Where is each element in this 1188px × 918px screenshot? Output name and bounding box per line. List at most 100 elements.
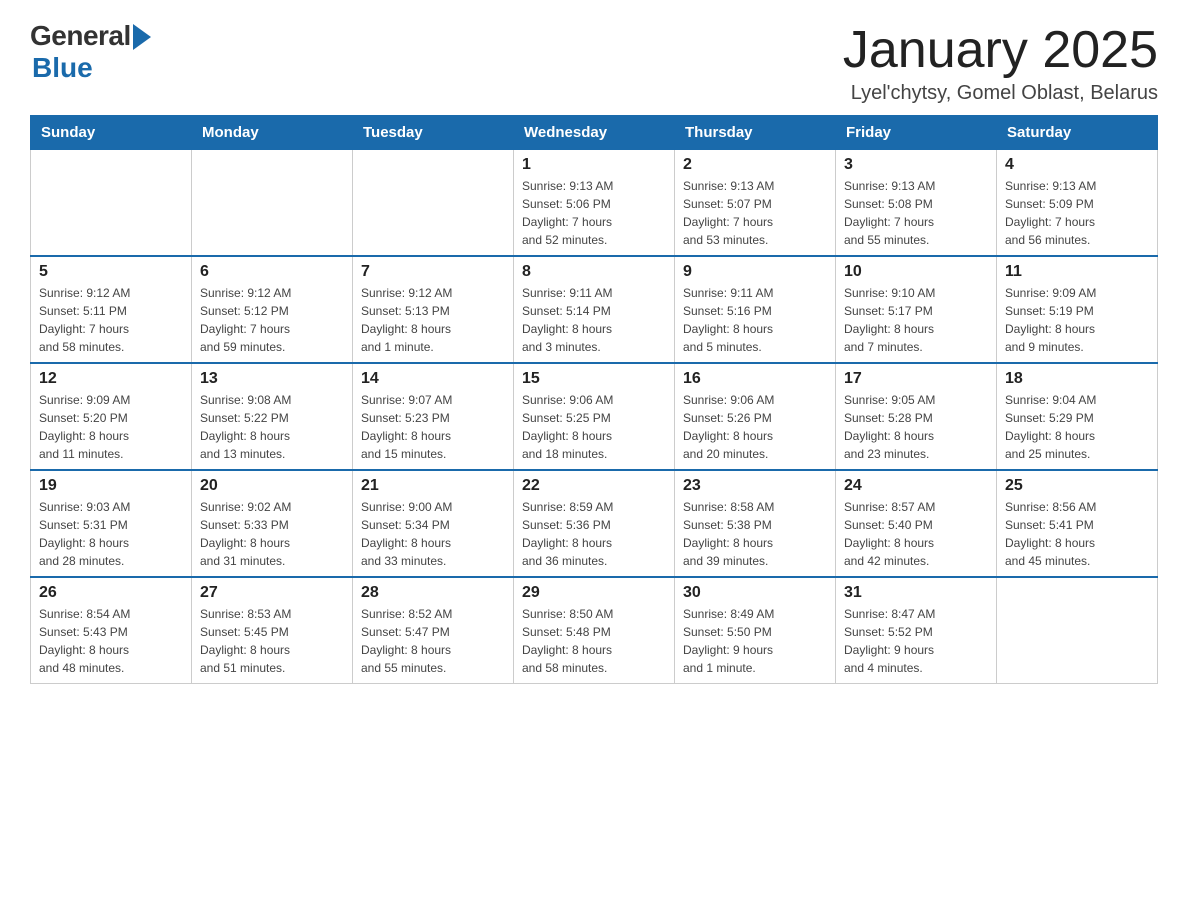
day-info: Sunrise: 9:04 AM Sunset: 5:29 PM Dayligh… xyxy=(1005,391,1149,463)
col-header-sunday: Sunday xyxy=(31,116,192,150)
calendar-subtitle: Lyel'chytsy, Gomel Oblast, Belarus xyxy=(843,82,1158,105)
day-info: Sunrise: 8:47 AM Sunset: 5:52 PM Dayligh… xyxy=(844,605,988,677)
day-number: 30 xyxy=(683,584,827,602)
calendar-cell: 8Sunrise: 9:11 AM Sunset: 5:14 PM Daylig… xyxy=(514,256,675,363)
calendar-cell: 2 Sunrise: 9:13 AM Sunset: 5:07 PM Daylig… xyxy=(675,150,836,257)
day-info: Sunrise: 8:57 AM Sunset: 5:40 PM Dayligh… xyxy=(844,498,988,570)
day-info: Sunrise: 9:08 AM Sunset: 5:22 PM Dayligh… xyxy=(200,391,344,463)
col-header-monday: Monday xyxy=(192,116,353,150)
calendar-cell xyxy=(353,150,514,257)
calendar-cell: 16 Sunrise: 9:06 AM Sunset: 5:26 PM Dayli… xyxy=(675,363,836,470)
calendar-cell: 13 Sunrise: 9:08 AM Sunset: 5:22 PM Dayli… xyxy=(192,363,353,470)
calendar-table: SundayMondayTuesdayWednesdayThursdayFrid… xyxy=(30,115,1158,684)
day-number: 24 xyxy=(844,477,988,495)
week-row: 26 Sunrise: 8:54 AM Sunset: 5:43 PM Dayli… xyxy=(31,577,1158,684)
day-info: Sunrise: 9:10 AM Sunset: 5:17 PM Dayligh… xyxy=(844,284,988,356)
calendar-cell: 4 Sunrise: 9:13 AM Sunset: 5:09 PM Daylig… xyxy=(997,150,1158,257)
calendar-cell: 29 Sunrise: 8:50 AM Sunset: 5:48 PM Dayli… xyxy=(514,577,675,684)
day-number: 18 xyxy=(1005,370,1149,388)
day-info: Sunrise: 9:13 AM Sunset: 5:08 PM Dayligh… xyxy=(844,177,988,249)
day-info: Sunrise: 8:56 AM Sunset: 5:41 PM Dayligh… xyxy=(1005,498,1149,570)
calendar-cell: 22 Sunrise: 8:59 AM Sunset: 5:36 PM Dayli… xyxy=(514,470,675,577)
calendar-cell: 9 Sunrise: 9:11 AM Sunset: 5:16 PM Daylig… xyxy=(675,256,836,363)
calendar-cell: 18 Sunrise: 9:04 AM Sunset: 5:29 PM Dayli… xyxy=(997,363,1158,470)
day-info: Sunrise: 9:03 AM Sunset: 5:31 PM Dayligh… xyxy=(39,498,183,570)
day-number: 13 xyxy=(200,370,344,388)
calendar-title: January 2025 xyxy=(843,20,1158,80)
day-number: 2 xyxy=(683,156,827,174)
day-number: 29 xyxy=(522,584,666,602)
header-row: SundayMondayTuesdayWednesdayThursdayFrid… xyxy=(31,116,1158,150)
day-info: Sunrise: 9:02 AM Sunset: 5:33 PM Dayligh… xyxy=(200,498,344,570)
day-info: Sunrise: 9:00 AM Sunset: 5:34 PM Dayligh… xyxy=(361,498,505,570)
day-info: Sunrise: 9:12 AM Sunset: 5:11 PM Dayligh… xyxy=(39,284,183,356)
day-info: Sunrise: 9:13 AM Sunset: 5:06 PM Dayligh… xyxy=(522,177,666,249)
col-header-saturday: Saturday xyxy=(997,116,1158,150)
day-number: 23 xyxy=(683,477,827,495)
day-number: 8 xyxy=(522,263,666,281)
col-header-wednesday: Wednesday xyxy=(514,116,675,150)
day-info: Sunrise: 9:07 AM Sunset: 5:23 PM Dayligh… xyxy=(361,391,505,463)
day-info: Sunrise: 8:54 AM Sunset: 5:43 PM Dayligh… xyxy=(39,605,183,677)
day-number: 3 xyxy=(844,156,988,174)
day-info: Sunrise: 9:09 AM Sunset: 5:20 PM Dayligh… xyxy=(39,391,183,463)
day-info: Sunrise: 9:12 AM Sunset: 5:13 PM Dayligh… xyxy=(361,284,505,356)
calendar-cell xyxy=(192,150,353,257)
day-info: Sunrise: 8:59 AM Sunset: 5:36 PM Dayligh… xyxy=(522,498,666,570)
logo-blue-text: Blue xyxy=(32,52,93,84)
calendar-cell: 30 Sunrise: 8:49 AM Sunset: 5:50 PM Dayli… xyxy=(675,577,836,684)
day-info: Sunrise: 8:50 AM Sunset: 5:48 PM Dayligh… xyxy=(522,605,666,677)
calendar-cell: 15Sunrise: 9:06 AM Sunset: 5:25 PM Dayli… xyxy=(514,363,675,470)
day-number: 7 xyxy=(361,263,505,281)
day-info: Sunrise: 9:13 AM Sunset: 5:07 PM Dayligh… xyxy=(683,177,827,249)
calendar-cell: 20 Sunrise: 9:02 AM Sunset: 5:33 PM Dayli… xyxy=(192,470,353,577)
logo-arrow-icon xyxy=(133,24,151,50)
day-number: 16 xyxy=(683,370,827,388)
day-number: 15 xyxy=(522,370,666,388)
day-number: 17 xyxy=(844,370,988,388)
day-number: 11 xyxy=(1005,263,1149,281)
calendar-cell: 27Sunrise: 8:53 AM Sunset: 5:45 PM Dayli… xyxy=(192,577,353,684)
day-info: Sunrise: 8:49 AM Sunset: 5:50 PM Dayligh… xyxy=(683,605,827,677)
week-row: 12 Sunrise: 9:09 AM Sunset: 5:20 PM Dayli… xyxy=(31,363,1158,470)
calendar-cell: 23 Sunrise: 8:58 AM Sunset: 5:38 PM Dayli… xyxy=(675,470,836,577)
day-number: 26 xyxy=(39,584,183,602)
day-number: 14 xyxy=(361,370,505,388)
day-number: 25 xyxy=(1005,477,1149,495)
day-info: Sunrise: 9:13 AM Sunset: 5:09 PM Dayligh… xyxy=(1005,177,1149,249)
day-number: 20 xyxy=(200,477,344,495)
calendar-cell: 21 Sunrise: 9:00 AM Sunset: 5:34 PM Dayli… xyxy=(353,470,514,577)
week-row: 5Sunrise: 9:12 AM Sunset: 5:11 PM Daylig… xyxy=(31,256,1158,363)
page-header: General Blue January 2025 Lyel'chytsy, G… xyxy=(30,20,1158,105)
col-header-thursday: Thursday xyxy=(675,116,836,150)
day-info: Sunrise: 9:12 AM Sunset: 5:12 PM Dayligh… xyxy=(200,284,344,356)
calendar-cell: 31 Sunrise: 8:47 AM Sunset: 5:52 PM Dayli… xyxy=(836,577,997,684)
calendar-cell: 10 Sunrise: 9:10 AM Sunset: 5:17 PM Dayli… xyxy=(836,256,997,363)
day-number: 12 xyxy=(39,370,183,388)
day-info: Sunrise: 9:06 AM Sunset: 5:26 PM Dayligh… xyxy=(683,391,827,463)
day-info: Sunrise: 8:52 AM Sunset: 5:47 PM Dayligh… xyxy=(361,605,505,677)
calendar-cell: 6 Sunrise: 9:12 AM Sunset: 5:12 PM Daylig… xyxy=(192,256,353,363)
col-header-friday: Friday xyxy=(836,116,997,150)
calendar-cell: 1Sunrise: 9:13 AM Sunset: 5:06 PM Daylig… xyxy=(514,150,675,257)
day-info: Sunrise: 8:53 AM Sunset: 5:45 PM Dayligh… xyxy=(200,605,344,677)
calendar-cell xyxy=(997,577,1158,684)
day-number: 22 xyxy=(522,477,666,495)
day-number: 9 xyxy=(683,263,827,281)
calendar-cell: 26 Sunrise: 8:54 AM Sunset: 5:43 PM Dayli… xyxy=(31,577,192,684)
calendar-cell: 19Sunrise: 9:03 AM Sunset: 5:31 PM Dayli… xyxy=(31,470,192,577)
calendar-cell: 24 Sunrise: 8:57 AM Sunset: 5:40 PM Dayli… xyxy=(836,470,997,577)
day-number: 10 xyxy=(844,263,988,281)
day-number: 31 xyxy=(844,584,988,602)
calendar-cell xyxy=(31,150,192,257)
day-info: Sunrise: 8:58 AM Sunset: 5:38 PM Dayligh… xyxy=(683,498,827,570)
calendar-cell: 14 Sunrise: 9:07 AM Sunset: 5:23 PM Dayli… xyxy=(353,363,514,470)
day-info: Sunrise: 9:09 AM Sunset: 5:19 PM Dayligh… xyxy=(1005,284,1149,356)
col-header-tuesday: Tuesday xyxy=(353,116,514,150)
day-number: 4 xyxy=(1005,156,1149,174)
day-number: 6 xyxy=(200,263,344,281)
day-number: 21 xyxy=(361,477,505,495)
day-info: Sunrise: 9:11 AM Sunset: 5:16 PM Dayligh… xyxy=(683,284,827,356)
calendar-cell: 11 Sunrise: 9:09 AM Sunset: 5:19 PM Dayli… xyxy=(997,256,1158,363)
title-block: January 2025 Lyel'chytsy, Gomel Oblast, … xyxy=(843,20,1158,105)
